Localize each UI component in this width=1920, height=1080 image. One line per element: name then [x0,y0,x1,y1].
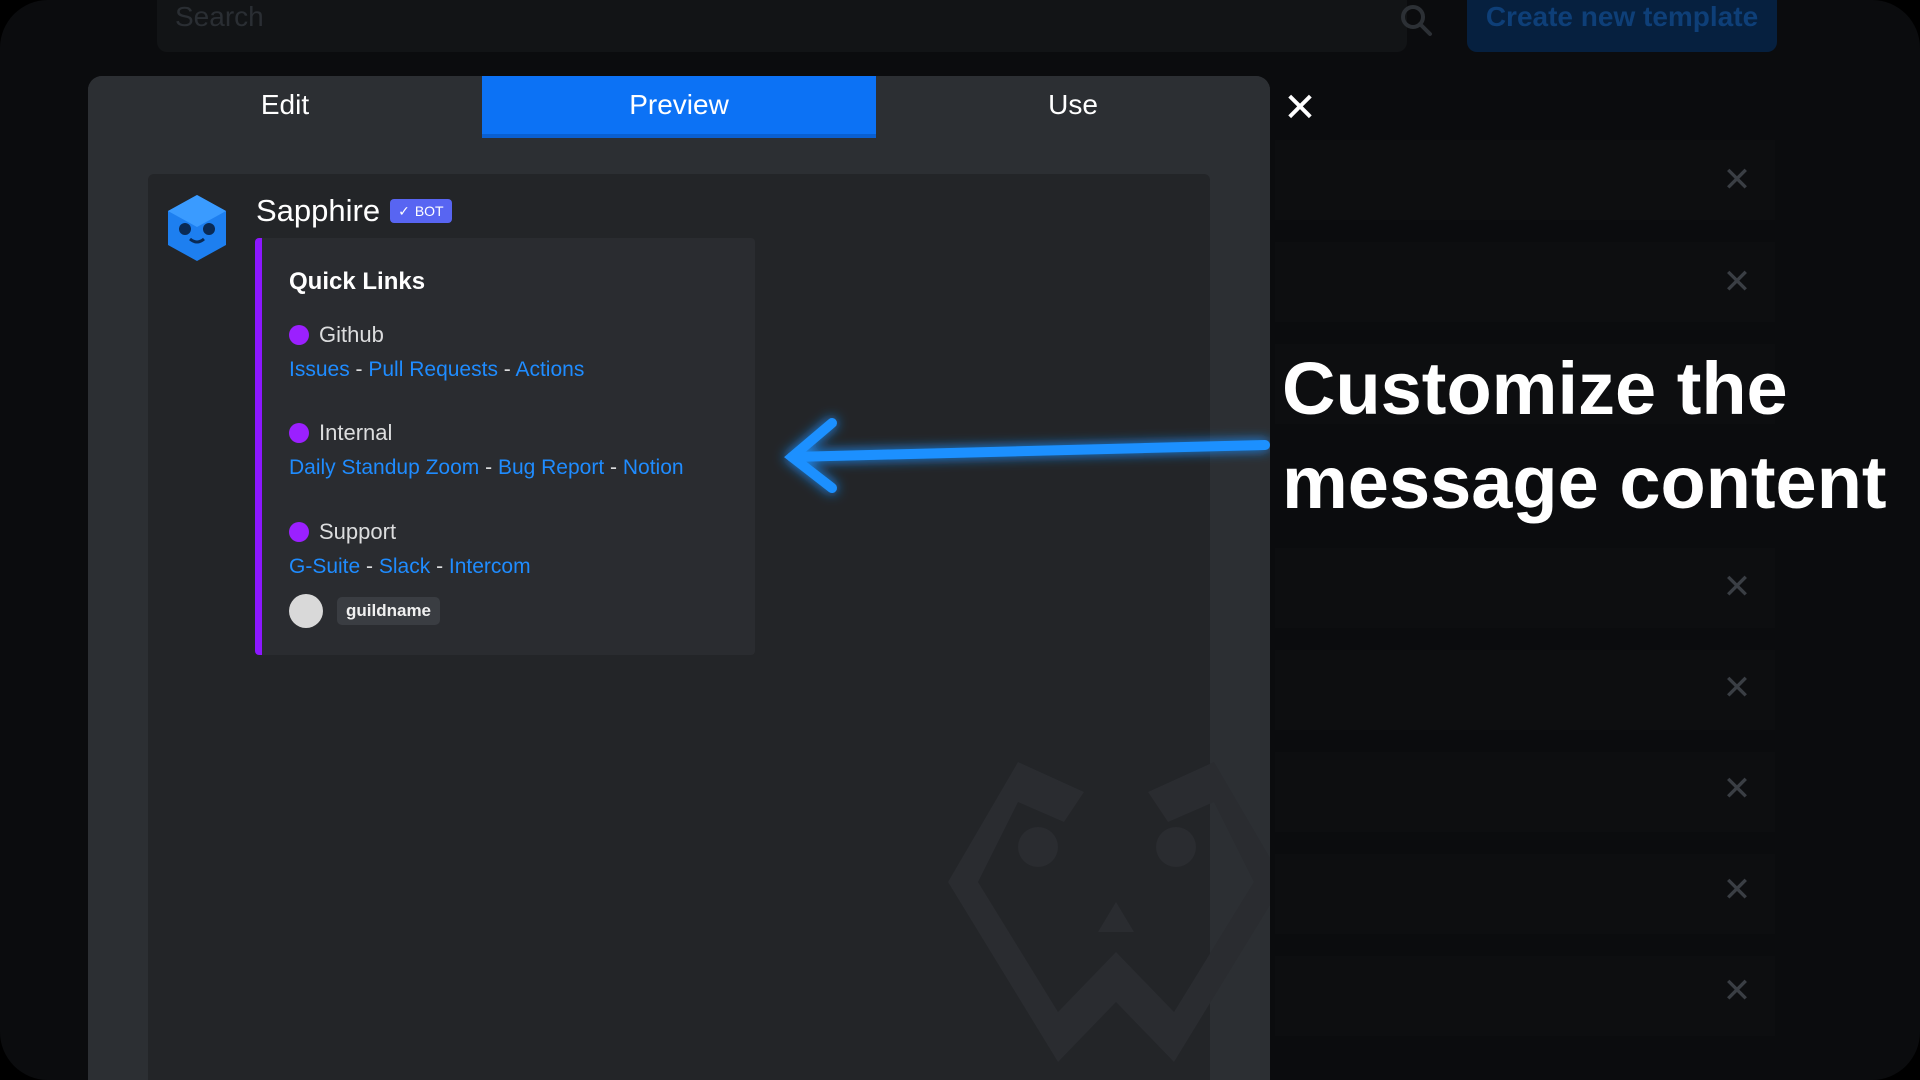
embed-field-internal: Internal Daily Standup Zoom - Bug Report… [289,420,749,480]
link-g-suite[interactable]: G-Suite [289,555,360,578]
embed-field-github: Github Issues - Pull Requests - Actions [289,322,749,382]
close-icon[interactable]: ✕ [1722,570,1752,604]
message-embed: Quick Links Github Issues - Pull Request… [255,238,755,655]
link-issues[interactable]: Issues [289,358,350,381]
list-item [1275,752,1775,832]
callout-headline: Customize the message content [1282,342,1902,530]
modal-tabs: Edit Preview Use [88,76,1270,138]
tab-edit[interactable]: Edit [88,76,482,138]
link-pull-requests[interactable]: Pull Requests [368,358,498,381]
link-daily-standup-zoom[interactable]: Daily Standup Zoom [289,456,479,479]
background-search-placeholder: Search [175,1,264,32]
bot-avatar [168,195,226,261]
embed-footer: guildname [289,594,441,628]
guild-avatar [289,594,323,628]
field-links: Issues - Pull Requests - Actions [289,358,585,381]
list-item [1275,548,1775,628]
embed-field-support: Support G-Suite - Slack - Intercom [289,519,749,579]
list-item [1275,956,1775,1036]
background-template-list [1275,130,1775,1080]
link-bug-report[interactable]: Bug Report [498,456,604,479]
tab-use[interactable]: Use [876,76,1270,138]
close-icon[interactable]: ✕ [1722,671,1752,705]
checkmark-icon: ✓ [398,202,410,219]
callout-arrow-icon [784,418,1270,493]
link-intercom[interactable]: Intercom [449,555,531,578]
embed-title: Quick Links [289,268,426,295]
modal-close-icon[interactable]: ✕ [1282,88,1318,128]
close-icon[interactable]: ✕ [1722,772,1752,806]
screen-frame: Search Create new template ✕ ✕ ✕ ✕ ✕ ✕ ✕… [0,0,1920,1080]
close-icon[interactable]: ✕ [1722,265,1752,299]
close-icon[interactable]: ✕ [1722,873,1752,907]
link-notion[interactable]: Notion [623,456,684,479]
list-item [1275,854,1775,934]
field-name: Internal [319,420,393,445]
purple-circle-icon [289,522,309,542]
link-actions[interactable]: Actions [515,358,584,381]
background-search-input[interactable]: Search [157,0,1407,52]
field-links: Daily Standup Zoom - Bug Report - Notion [289,456,684,479]
list-item [1275,242,1775,322]
author-name[interactable]: Sapphire [256,193,380,229]
fox-logo-watermark [948,762,1270,1062]
callout-line-2: message content [1282,441,1887,524]
bot-badge-label: BOT [414,203,444,219]
purple-circle-icon [289,423,309,443]
callout-line-1: Customize the [1282,347,1788,430]
footer-text: guildname [337,597,441,625]
bot-badge: ✓ BOT [390,199,452,223]
message-author: Sapphire ✓ BOT [256,193,452,229]
tab-preview[interactable]: Preview [482,76,876,138]
purple-circle-icon [289,325,309,345]
field-name: Github [319,322,384,347]
list-item [1275,650,1775,730]
close-icon[interactable]: ✕ [1722,163,1752,197]
create-template-button[interactable]: Create new template [1467,0,1777,52]
list-item [1275,140,1775,220]
search-icon[interactable] [1398,2,1434,38]
close-icon[interactable]: ✕ [1722,974,1752,1008]
field-name: Support [319,519,397,544]
link-slack[interactable]: Slack [379,555,430,578]
field-links: G-Suite - Slack - Intercom [289,555,531,578]
